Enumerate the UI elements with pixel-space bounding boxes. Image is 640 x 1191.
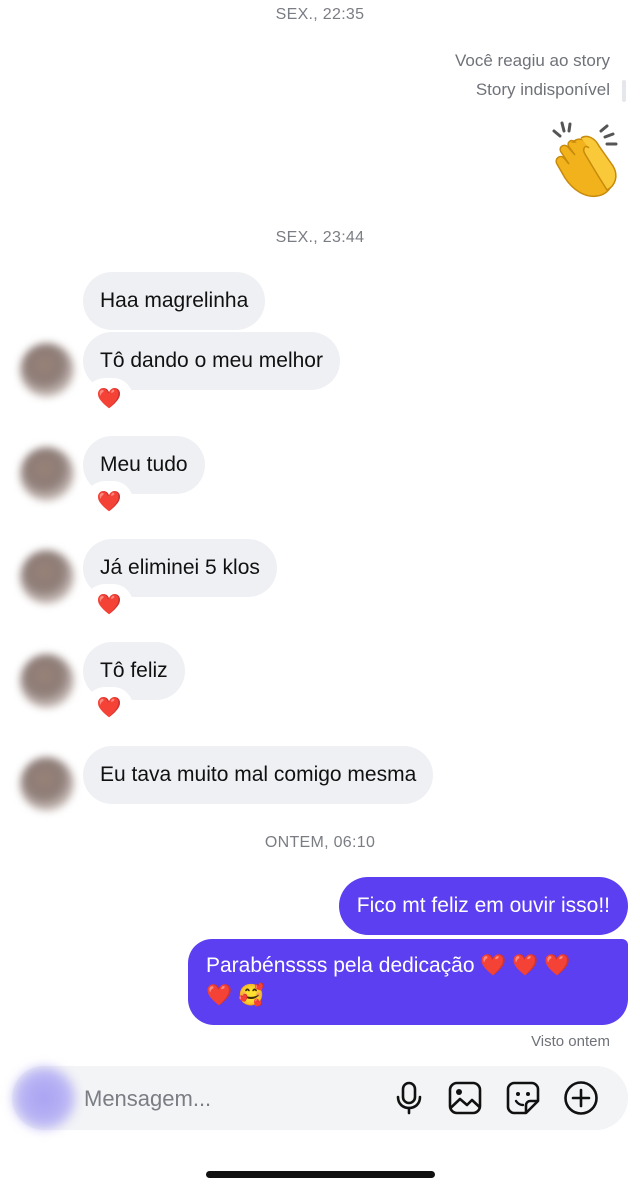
outgoing-message[interactable]: Parabénssss pela dedicação ❤️ ❤️ ❤️ ❤️ 🥰 bbox=[188, 939, 628, 1025]
outgoing-message-line: ❤️ 🥰 bbox=[206, 984, 265, 1007]
message-input[interactable] bbox=[82, 1080, 376, 1118]
timestamp: ONTEM, 06:10 bbox=[264, 834, 376, 851]
heart-reaction[interactable]: ❤️ bbox=[88, 484, 130, 518]
add-circle-icon bbox=[564, 1081, 598, 1115]
gallery-button[interactable] bbox=[447, 1080, 483, 1116]
microphone-icon bbox=[396, 1081, 422, 1115]
outgoing-message-text: Fico mt feliz em ouvir isso!! bbox=[356, 894, 610, 917]
outgoing-message[interactable]: Fico mt feliz em ouvir isso!! bbox=[338, 877, 628, 935]
add-button[interactable] bbox=[563, 1080, 599, 1116]
story-unavailable-label[interactable]: Story indisponível bbox=[476, 80, 610, 100]
incoming-message[interactable]: Haa magrelinha bbox=[83, 272, 266, 330]
heart-reaction-emoji: ❤️ bbox=[96, 593, 122, 616]
heart-reaction-emoji: ❤️ bbox=[96, 696, 122, 719]
avatar[interactable] bbox=[20, 343, 74, 397]
sticker-icon bbox=[506, 1081, 540, 1115]
home-indicator[interactable] bbox=[206, 1171, 435, 1178]
avatar[interactable] bbox=[20, 447, 74, 501]
heart-reaction[interactable]: ❤️ bbox=[88, 381, 130, 415]
seen-status: Visto ontem bbox=[531, 1033, 610, 1050]
microphone-button[interactable] bbox=[391, 1080, 427, 1116]
incoming-message[interactable]: Tô dando o meu melhor bbox=[83, 332, 340, 390]
clapping-hands-icon bbox=[552, 121, 618, 198]
camera-button[interactable] bbox=[12, 1066, 76, 1130]
gallery-icon bbox=[448, 1081, 482, 1115]
heart-reaction-emoji: ❤️ bbox=[96, 387, 122, 410]
timestamp: SEX., 23:44 bbox=[275, 229, 365, 246]
avatar[interactable] bbox=[20, 757, 74, 811]
heart-reaction-emoji: ❤️ bbox=[96, 490, 122, 513]
avatar[interactable] bbox=[20, 654, 74, 708]
sticker-button[interactable] bbox=[505, 1080, 541, 1116]
heart-reaction[interactable]: ❤️ bbox=[88, 690, 130, 724]
heart-reaction[interactable]: ❤️ bbox=[88, 587, 130, 621]
avatar[interactable] bbox=[20, 550, 74, 604]
outgoing-message-line: Parabénssss pela dedicação ❤️ ❤️ ❤️ bbox=[206, 954, 571, 977]
timestamp: SEX., 22:35 bbox=[275, 6, 365, 23]
incoming-message[interactable]: Eu tava muito mal comigo mesma bbox=[83, 746, 434, 804]
story-reaction-label: Você reagiu ao story bbox=[455, 51, 610, 70]
story-reply-bar bbox=[622, 80, 626, 102]
